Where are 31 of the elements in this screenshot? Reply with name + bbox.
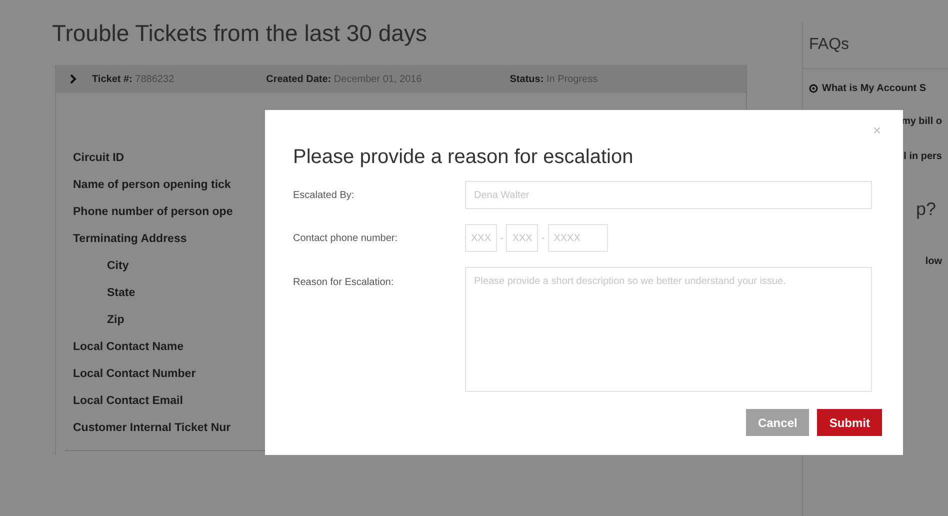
phone-field[interactable]: XXX: [506, 224, 538, 252]
field-label: Terminating Address: [73, 232, 187, 247]
faq-link[interactable]: low: [925, 256, 942, 267]
field-label: Reason for Escalation:: [293, 277, 395, 288]
field-label: Escalated By:: [293, 190, 356, 200]
phone-field[interactable]: XXXX: [548, 224, 608, 252]
field-label: Phone number of person ope: [73, 205, 233, 220]
field-label: Contact phone number:: [293, 232, 399, 244]
page-title: Trouble Tickets from the last 30 days: [52, 20, 428, 47]
field-label: Local Contact Number: [73, 367, 196, 382]
field-label: State: [106, 286, 136, 301]
separator: -: [500, 232, 504, 244]
phone-field[interactable]: XXX: [465, 224, 497, 252]
dialog-title: Please provide a reason for escalation: [293, 146, 634, 169]
section-heading: p?: [916, 198, 936, 220]
faq-link[interactable]: What is My Account S: [822, 83, 926, 94]
field-label: Name of person opening tick: [73, 178, 231, 193]
circle-icon: [809, 84, 818, 93]
chevron-icon[interactable]: [68, 74, 78, 84]
separator: -: [541, 232, 545, 244]
escalated-by-field[interactable]: Dena Walter: [465, 181, 872, 209]
field-label: Local Contact Name: [73, 340, 184, 355]
field-label: Local Contact Email: [73, 394, 183, 409]
faq-link[interactable]: l in pers: [904, 151, 942, 162]
field-label: Zip: [106, 313, 124, 328]
reason-field[interactable]: Please provide a short description so we better understand your issue.: [465, 267, 872, 392]
field-label: City: [106, 259, 129, 274]
faqs-title: FAQs: [803, 22, 948, 69]
field-label: Circuit ID: [73, 151, 124, 166]
field-label: Customer Internal Ticket Nur: [73, 421, 231, 436]
submit-button[interactable]: Submit: [817, 409, 882, 436]
